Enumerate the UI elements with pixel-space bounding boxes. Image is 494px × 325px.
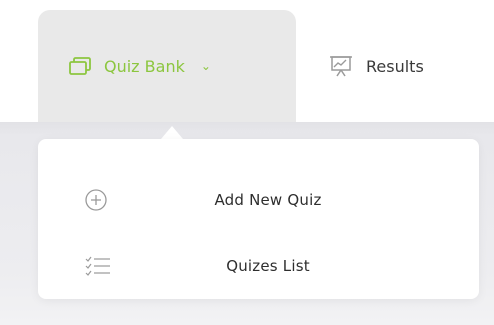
monitor-icon [68, 56, 92, 76]
presentation-chart-icon [328, 54, 354, 78]
menu-item-label: Add New Quiz [214, 191, 322, 209]
nav-item-quiz-bank[interactable]: Quiz Bank ⌄ [38, 10, 296, 122]
nav-item-label: Quiz Bank [104, 56, 185, 76]
nav-item-results[interactable]: Results [328, 10, 424, 122]
chevron-down-icon: ⌄ [200, 59, 211, 73]
menu-item-label: Quizes List [226, 257, 310, 275]
quiz-bank-dropdown: Add New Quiz Quizes List [38, 139, 479, 299]
nav-item-label: Results [366, 56, 424, 76]
dropdown-caret [161, 126, 183, 139]
menu-item-quizes-list[interactable]: Quizes List [38, 248, 479, 284]
menu-item-add-new-quiz[interactable]: Add New Quiz [38, 182, 479, 218]
top-navigation: Quiz Bank ⌄ Results [0, 0, 494, 122]
checklist-icon [84, 254, 112, 282]
plus-circle-icon [84, 188, 108, 216]
